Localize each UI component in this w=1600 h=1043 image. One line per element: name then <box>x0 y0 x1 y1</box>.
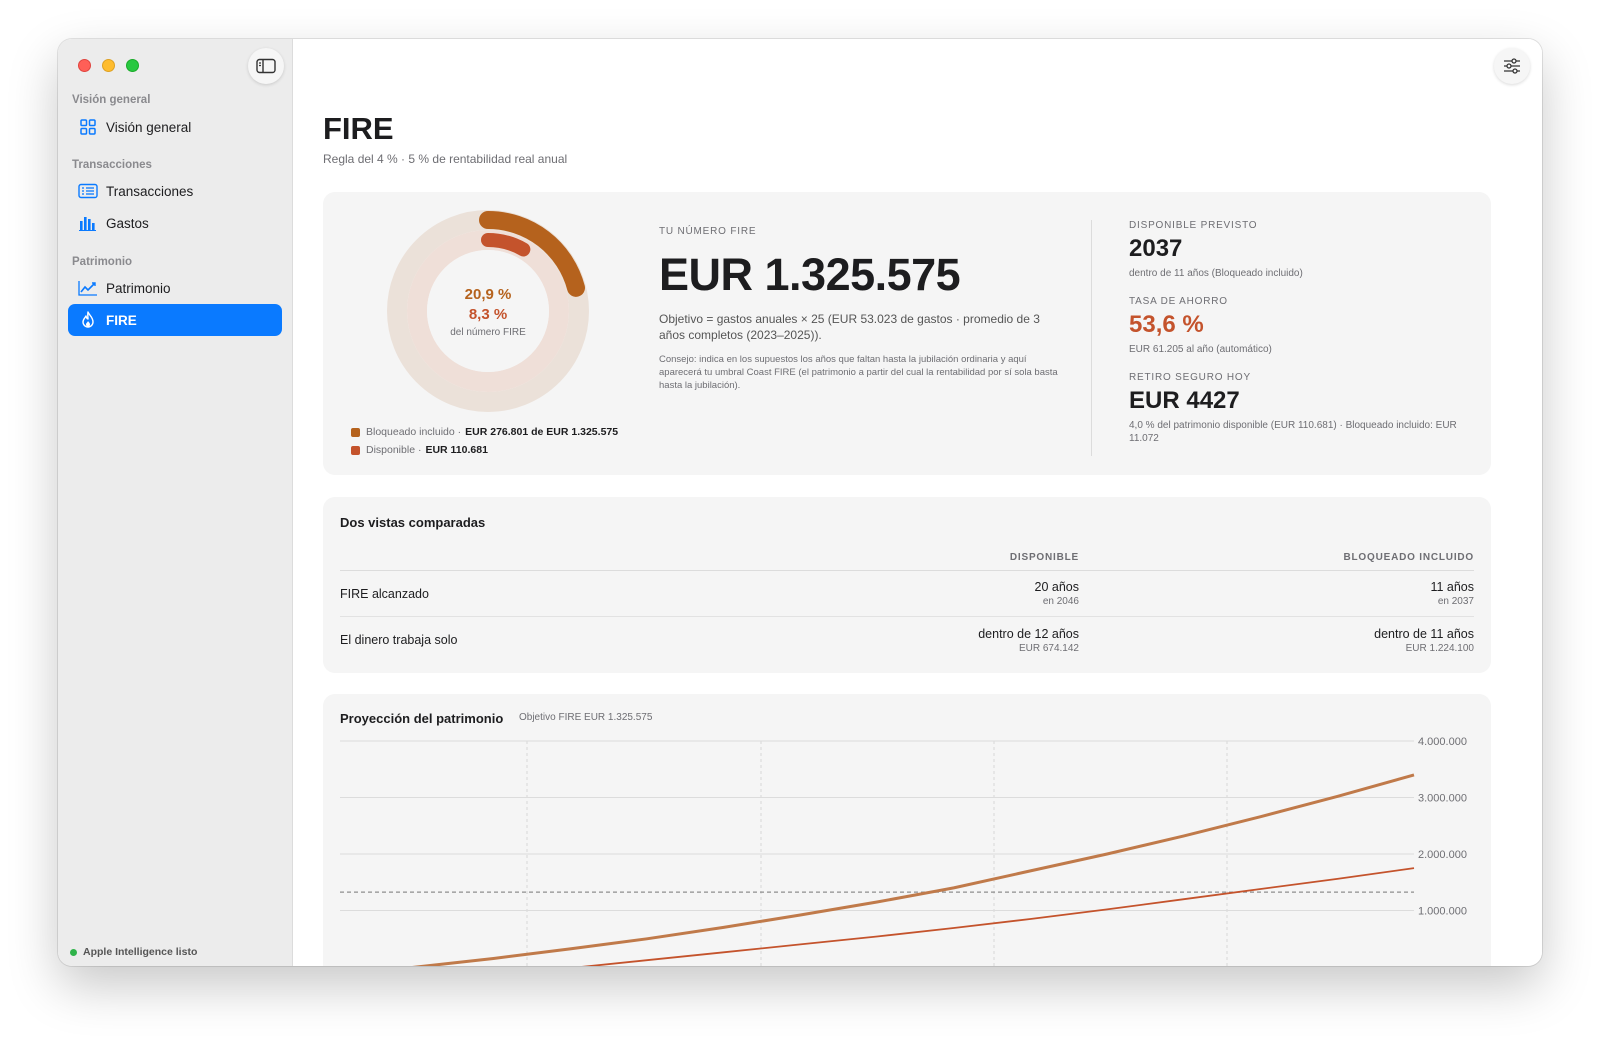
legend-swatch <box>351 445 360 455</box>
stats-column: DISPONIBLE PREVISTO 2037 dentro de 11 añ… <box>1129 220 1469 461</box>
fire-tip-text: Consejo: indica en los supuestos los año… <box>659 354 1058 391</box>
stat-savings-rate: TASA DE AHORRO 53,6 % EUR 61.205 al año … <box>1129 296 1469 356</box>
cell-value: dentro de 11 años <box>1374 626 1474 641</box>
donut-caption: del número FIRE <box>450 326 526 338</box>
sidebar-item-expenses[interactable]: Gastos <box>68 207 282 239</box>
stat-caption: TASA DE AHORRO <box>1129 296 1228 307</box>
column-header: DISPONIBLE <box>1009 552 1079 563</box>
fire-objective-text: Objetivo = gastos anuales × 25 (EUR 53.0… <box>659 312 1040 342</box>
cell-subvalue: EUR 674.142 <box>1018 642 1079 654</box>
divider <box>1091 220 1092 456</box>
page-title: FIRE <box>323 111 394 146</box>
fire-number-caption: TU NÚMERO FIRE <box>659 226 757 237</box>
sidebar-item-wealth[interactable]: Patrimonio <box>68 272 282 304</box>
series-line-2 <box>581 867 1415 966</box>
row-label: El dinero trabaja solo <box>340 633 458 647</box>
main-content: FIRE Regla del 4 % · 5 % de rentabilidad… <box>293 39 1542 966</box>
table-header: DISPONIBLE BLOQUEADO INCLUIDO <box>340 545 1474 571</box>
sliders-icon <box>1504 58 1520 74</box>
legend-value: EUR 110.681 <box>425 444 488 456</box>
cell-value: dentro de 12 años <box>978 626 1079 641</box>
stat-available-forecast: DISPONIBLE PREVISTO 2037 dentro de 11 añ… <box>1129 220 1469 280</box>
sidebar-item-label: Visión general <box>106 119 192 135</box>
table-row: FIRE alcanzado 20 años en 2046 11 años e… <box>340 571 1474 617</box>
available-percentage: 8,3 % <box>468 305 508 323</box>
sidebar-toggle-button[interactable] <box>248 48 284 84</box>
row-label: FIRE alcanzado <box>340 586 429 601</box>
sidebar-item-label: Transacciones <box>106 183 194 199</box>
cell-subvalue: EUR 1.224.100 <box>1405 642 1474 654</box>
bar-chart-icon <box>78 213 98 233</box>
stat-caption: RETIRO SEGURO HOY <box>1129 372 1251 383</box>
stat-subtext: 4,0 % del patrimonio disponible (EUR 110… <box>1129 420 1457 444</box>
sidebar: Visión general Visión general Transaccio… <box>58 39 293 966</box>
table-row: El dinero trabaja solo dentro de 12 años… <box>340 617 1474 663</box>
projection-chart: 1.000.000 2.000.000 3.000.000 4.000.000 <box>340 736 1467 966</box>
donut-center: 20,9 % 8,3 % del número FIRE <box>383 206 593 416</box>
close-window-button[interactable] <box>78 59 91 72</box>
legend-label: Disponible · <box>366 444 422 456</box>
line-chart-icon <box>78 278 98 298</box>
section-label-wealth: Patrimonio <box>72 256 133 268</box>
zoom-window-button[interactable] <box>126 59 139 72</box>
ai-status-label: Apple Intelligence listo <box>83 946 198 958</box>
flame-icon <box>78 310 98 330</box>
settings-button[interactable] <box>1494 48 1530 84</box>
stat-value: 53,6 % <box>1129 311 1204 338</box>
sidebar-item-overview[interactable]: Visión general <box>68 111 282 143</box>
stat-subtext: EUR 61.205 al año (automático) <box>1129 344 1272 355</box>
section-label-overview: Visión general <box>72 94 151 106</box>
comparison-title: Dos vistas comparadas <box>340 515 486 530</box>
fire-summary-card: 20,9 % 8,3 % del número FIRE Bloqueado i… <box>323 192 1491 475</box>
locked-percentage: 20,9 % <box>464 285 512 303</box>
minimize-window-button[interactable] <box>102 59 115 72</box>
cell-value: 11 años <box>1430 580 1474 594</box>
stat-safe-withdrawal: RETIRO SEGURO HOY EUR 4427 4,0 % del pat… <box>1129 372 1469 445</box>
y-tick-label: 3.000.000 <box>1418 793 1467 805</box>
stat-value: 2037 <box>1129 235 1183 262</box>
y-tick-label: 1.000.000 <box>1418 906 1467 918</box>
y-tick-label: 4.000.000 <box>1418 736 1467 748</box>
comparison-table: DISPONIBLE BLOQUEADO INCLUIDO FIRE alcan… <box>340 545 1474 663</box>
donut-legend: Bloqueado incluido · EUR 276.801 de EUR … <box>351 423 618 459</box>
stat-value: EUR 4427 <box>1129 387 1240 414</box>
stat-caption: DISPONIBLE PREVISTO <box>1129 220 1258 231</box>
section-label-transactions: Transacciones <box>72 159 152 171</box>
fire-number: EUR 1.325.575 <box>659 249 961 300</box>
list-icon <box>78 181 98 201</box>
app-window: Visión general Visión general Transaccio… <box>58 39 1542 966</box>
y-tick-label: 2.000.000 <box>1418 849 1467 861</box>
window-controls <box>78 59 139 72</box>
page-subtitle: Regla del 4 % · 5 % de rentabilidad real… <box>323 152 568 166</box>
legend-value: EUR 276.801 de EUR 1.325.575 <box>465 426 619 438</box>
comparison-card: Dos vistas comparadas DISPONIBLE BLOQUEA… <box>323 497 1491 673</box>
grid-icon <box>78 117 98 137</box>
stat-subtext: dentro de 11 años (Bloqueado incluido) <box>1129 268 1303 279</box>
sidebar-icon <box>256 58 276 74</box>
projection-card: Proyección del patrimonio Objetivo FIRE … <box>323 694 1491 966</box>
fire-number-block: TU NÚMERO FIRE EUR 1.325.575 Objetivo = … <box>659 226 1059 392</box>
legend-label: Bloqueado incluido · <box>366 426 462 438</box>
sidebar-item-label: Gastos <box>106 215 149 231</box>
column-header: BLOQUEADO INCLUIDO <box>1343 552 1474 563</box>
sidebar-item-label: FIRE <box>106 312 137 328</box>
sidebar-item-fire[interactable]: FIRE <box>68 304 282 336</box>
legend-swatch <box>351 427 360 437</box>
ai-status: Apple Intelligence listo <box>70 946 197 958</box>
cell-value: 20 años <box>1034 580 1079 594</box>
status-dot-icon <box>70 948 77 956</box>
progress-donut: 20,9 % 8,3 % del número FIRE <box>383 206 593 416</box>
legend-item-locked: Bloqueado incluido · EUR 276.801 de EUR … <box>351 423 618 441</box>
sidebar-item-transactions[interactable]: Transacciones <box>68 175 282 207</box>
cell-subvalue: en 2046 <box>1042 596 1079 607</box>
legend-item-available: Disponible · EUR 110.681 <box>351 441 618 459</box>
cell-subvalue: en 2037 <box>1437 596 1474 607</box>
sidebar-item-label: Patrimonio <box>106 280 171 296</box>
